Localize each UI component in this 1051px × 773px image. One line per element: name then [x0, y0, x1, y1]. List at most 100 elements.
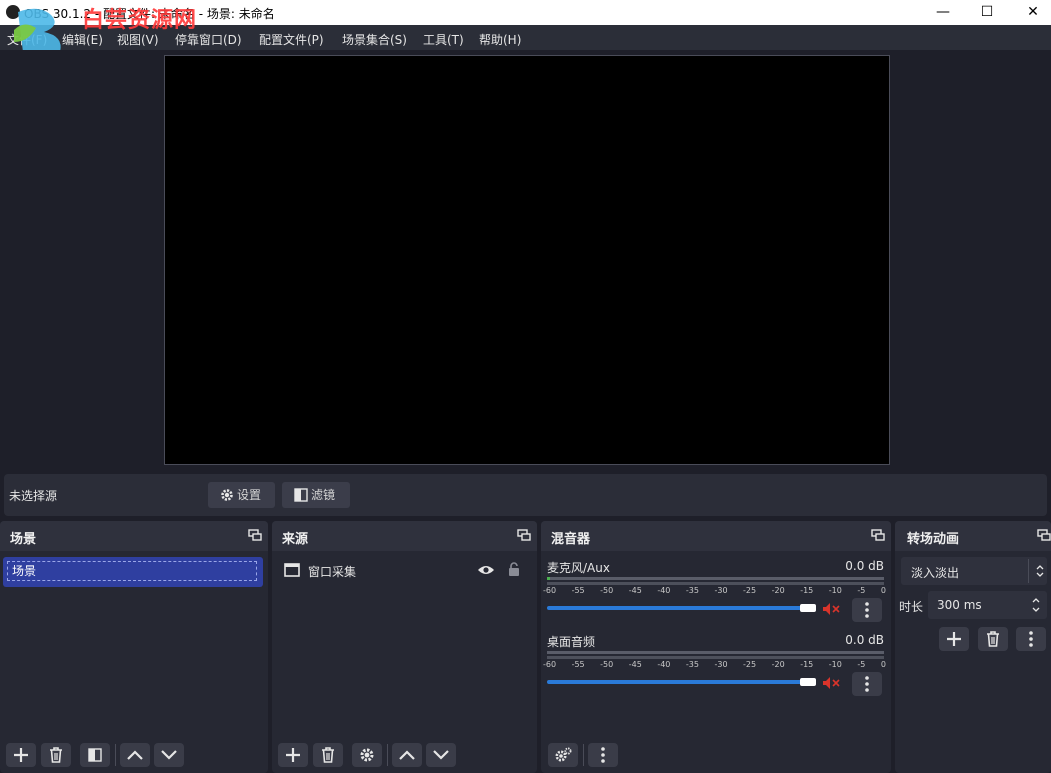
kebab-menu-icon — [865, 676, 869, 692]
volume-slider-handle[interactable] — [800, 678, 816, 686]
scenes-dock-header: 场景 — [0, 521, 268, 551]
volume-slider[interactable] — [547, 680, 809, 684]
float-dock-icon[interactable] — [1037, 529, 1051, 541]
trash-icon — [50, 747, 62, 763]
source-settings-button[interactable]: 设置 — [208, 482, 275, 508]
duration-spinbox[interactable]: 300 ms — [928, 591, 1047, 619]
scene-list-item[interactable]: 场景 — [3, 557, 263, 587]
maximize-button[interactable]: ☐ — [964, 0, 1010, 25]
menu-docks[interactable]: 停靠窗口(D) — [175, 31, 242, 48]
minimize-button[interactable]: — — [920, 0, 966, 25]
filter-icon — [294, 488, 308, 502]
trash-icon — [322, 747, 334, 763]
settings-label: 设置 — [237, 488, 262, 502]
float-dock-icon[interactable] — [248, 529, 262, 541]
add-scene-button[interactable] — [6, 743, 36, 767]
no-source-selected-label: 未选择源 — [9, 489, 58, 503]
duration-label: 时长 — [899, 600, 924, 614]
sources-dock-header: 来源 — [272, 521, 537, 551]
kebab-menu-icon — [1029, 631, 1033, 647]
chevron-up-icon — [399, 750, 415, 760]
window-icon — [284, 563, 300, 577]
remove-source-button[interactable] — [313, 743, 343, 767]
plus-icon — [947, 632, 961, 646]
menu-view[interactable]: 视图(V) — [117, 31, 159, 48]
plus-icon — [286, 748, 300, 762]
menu-bar: 文件(F) 编辑(E) 视图(V) 停靠窗口(D) 配置文件(P) 场景集合(S… — [0, 25, 1051, 50]
muted-speaker-icon[interactable] — [822, 602, 840, 616]
remove-scene-button[interactable] — [41, 743, 71, 767]
mixer-dock-header: 混音器 — [541, 521, 891, 551]
volume-meter — [547, 651, 884, 654]
move-scene-down-button[interactable] — [154, 743, 184, 767]
move-source-down-button[interactable] — [426, 743, 456, 767]
gear-icon — [221, 489, 233, 501]
source-name: 窗口采集 — [308, 565, 357, 579]
select-arrows-icon — [1036, 565, 1044, 577]
lock-icon[interactable] — [508, 562, 520, 576]
float-dock-icon[interactable] — [871, 529, 885, 541]
toolbar-separator — [583, 744, 584, 766]
scene-filters-button[interactable] — [80, 743, 110, 767]
scenes-dock: 场景 场景 — [0, 521, 268, 773]
volume-slider[interactable] — [547, 606, 809, 610]
remove-transition-button[interactable] — [978, 627, 1008, 651]
filter-icon — [88, 748, 102, 762]
filters-label: 滤镜 — [311, 488, 336, 502]
volume-meter — [547, 577, 884, 580]
preview-canvas[interactable] — [164, 55, 890, 465]
kebab-menu-icon — [601, 747, 605, 763]
source-filters-button[interactable]: 滤镜 — [282, 482, 350, 508]
transition-select-value: 淡入淡出 — [911, 566, 960, 580]
sources-dock-title: 来源 — [282, 532, 309, 547]
transition-menu-button[interactable] — [1016, 627, 1046, 651]
channel-db: 0.0 dB — [845, 559, 884, 573]
scenes-dock-title: 场景 — [10, 532, 37, 547]
meter-scale: -60 -55 -50 -45 -40 -35 -30 -25 -20 -15 -10 -5 0 — [543, 660, 886, 669]
title-bar: OBS 30.1.2 - 配置文件: 未命名 - 场景: 未命名 — ☐ ✕ — [0, 0, 1051, 25]
float-dock-icon[interactable] — [517, 529, 531, 541]
transition-select[interactable]: 淡入淡出 — [901, 557, 1047, 585]
volume-meter — [547, 582, 884, 585]
menu-edit[interactable]: 编辑(E) — [62, 31, 103, 48]
channel-name: 麦克风/Aux — [547, 561, 610, 575]
scene-list-item-label: 场景 — [7, 561, 257, 581]
transitions-dock-title: 转场动画 — [907, 532, 960, 547]
trash-icon — [987, 631, 999, 647]
move-source-up-button[interactable] — [392, 743, 422, 767]
add-source-button[interactable] — [278, 743, 308, 767]
advanced-audio-properties-button[interactable] — [548, 743, 578, 767]
audio-mixer-dock: 混音器 麦克风/Aux 0.0 dB -60 -55 -50 -45 -40 -35 -30… — [541, 521, 891, 773]
channel-menu-button[interactable] — [852, 672, 882, 696]
gear-icon — [360, 748, 374, 762]
toolbar-separator — [115, 744, 116, 766]
transitions-dock-header: 转场动画 — [895, 521, 1051, 551]
volume-slider-handle[interactable] — [800, 604, 816, 612]
plus-icon — [14, 748, 28, 762]
scene-transitions-dock: 转场动画 淡入淡出 时长 300 ms — [895, 521, 1051, 773]
spin-arrows-icon[interactable] — [1032, 597, 1040, 613]
add-transition-button[interactable] — [939, 627, 969, 651]
eye-visibility-icon[interactable] — [477, 564, 495, 576]
menu-tools[interactable]: 工具(T) — [423, 31, 464, 48]
move-scene-up-button[interactable] — [120, 743, 150, 767]
menu-scene-collection[interactable]: 场景集合(S) — [342, 31, 407, 48]
channel-name: 桌面音频 — [547, 635, 596, 649]
menu-file[interactable]: 文件(F) — [7, 31, 47, 48]
chevron-up-icon — [127, 750, 143, 760]
sources-dock: 来源 窗口采集 — [272, 521, 537, 773]
channel-menu-button[interactable] — [852, 598, 882, 622]
mixer-menu-button[interactable] — [588, 743, 618, 767]
gears-icon — [555, 747, 572, 762]
mixer-channel-mic: 麦克风/Aux 0.0 dB -60 -55 -50 -45 -40 -35 -30 -25-… — [541, 557, 891, 623]
muted-speaker-icon[interactable] — [822, 676, 840, 690]
window-title: OBS 30.1.2 - 配置文件: 未命名 - 场景: 未命名 — [24, 7, 275, 21]
menu-profile[interactable]: 配置文件(P) — [259, 31, 324, 48]
source-list-item[interactable]: 窗口采集 — [272, 557, 537, 583]
obs-app-icon — [6, 5, 20, 19]
close-button[interactable]: ✕ — [1010, 0, 1051, 25]
menu-help[interactable]: 帮助(H) — [479, 31, 521, 48]
mixer-dock-title: 混音器 — [551, 532, 591, 547]
duration-value: 300 ms — [937, 598, 982, 612]
source-properties-button[interactable] — [352, 743, 382, 767]
